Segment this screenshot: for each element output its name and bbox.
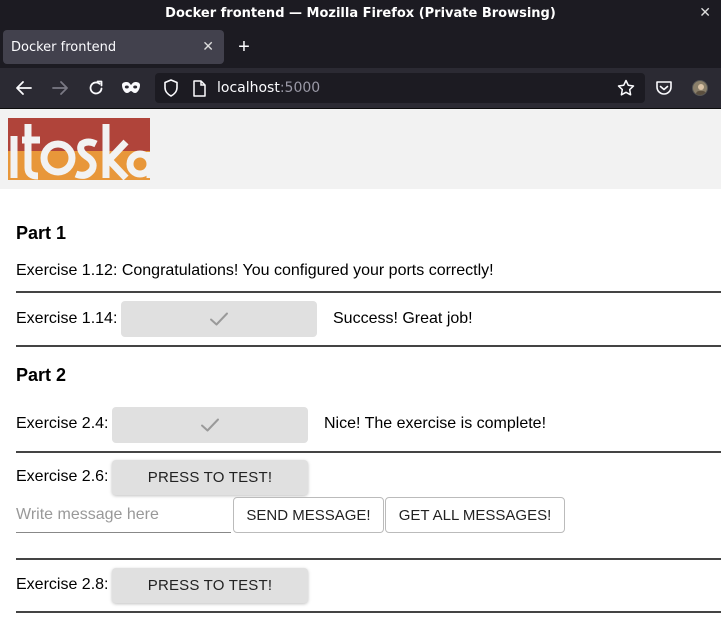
get-all-messages-button[interactable]: GET ALL MESSAGES! [385,497,565,533]
tab-docker-frontend[interactable]: Docker frontend ✕ [3,30,224,64]
pocket-icon[interactable] [652,76,676,100]
navigation-toolbar: localhost:5000 [0,68,721,109]
account-avatar[interactable] [692,80,708,96]
private-mask-icon [119,76,143,100]
exercise-1-14-check-button[interactable] [121,301,317,337]
url-port: :5000 [279,80,321,96]
url-host: localhost [217,80,280,96]
itoska-logo [8,118,154,181]
divider [16,558,721,560]
tab-label: Docker frontend [11,39,117,55]
button-label: PRESS TO TEST! [147,577,273,594]
button-label: SEND MESSAGE! [246,506,371,524]
check-icon [201,418,219,432]
exercise-2-6-press-to-test-button[interactable]: PRESS TO TEST! [112,460,308,495]
divider [16,451,721,453]
button-label: GET ALL MESSAGES! [398,506,552,524]
url-bar[interactable]: localhost:5000 [155,73,645,103]
window-titlebar: Docker frontend — Mozilla Firefox (Priva… [0,0,721,26]
divider [16,345,721,347]
check-icon [210,312,228,326]
exercise-2-4-status: Nice! The exercise is complete! [324,415,547,432]
exercise-1-14-label: Exercise 1.14: [16,310,118,327]
exercise-1-14-status: Success! Great job! [333,310,473,327]
new-tab-button[interactable]: + [234,30,254,64]
page-info-icon[interactable] [187,76,211,100]
forward-icon[interactable] [48,76,72,100]
reload-icon[interactable] [84,76,108,100]
shield-icon[interactable] [159,76,183,100]
message-input[interactable] [16,497,231,533]
exercise-2-6-label: Exercise 2.6: [16,468,109,485]
window-close-button[interactable]: ✕ [699,0,711,26]
exercise-1-12-text: Exercise 1.12: Congratulations! You conf… [16,262,494,279]
send-message-button[interactable]: SEND MESSAGE! [233,497,384,533]
part1-heading: Part 1 [16,223,67,243]
window-title: Docker frontend — Mozilla Firefox (Priva… [165,5,556,21]
tab-close-icon[interactable]: ✕ [202,30,214,64]
divider [16,291,721,293]
exercise-2-4-check-button[interactable] [112,407,308,443]
logo-graphic [8,118,154,181]
part2-heading: Part 2 [16,365,67,385]
back-icon[interactable] [12,76,36,100]
url-text[interactable]: localhost:5000 [217,73,320,103]
bookmark-star-icon[interactable] [614,76,638,100]
button-label: PRESS TO TEST! [147,469,273,486]
exercise-2-8-label: Exercise 2.8: [16,576,109,593]
divider [16,611,721,613]
exercise-2-4-label: Exercise 2.4: [16,415,109,432]
tab-strip: Docker frontend ✕ + [0,26,721,68]
exercise-2-8-press-to-test-button[interactable]: PRESS TO TEST! [112,568,308,603]
